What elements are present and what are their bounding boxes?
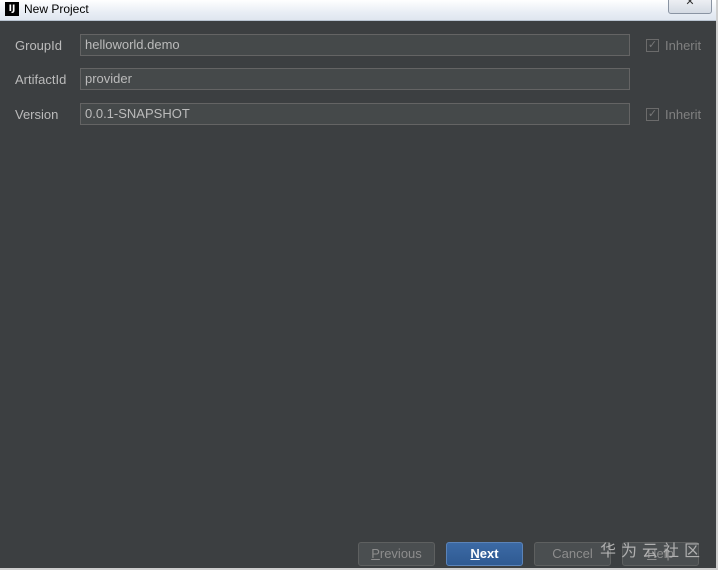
new-project-dialog: IJ New Project ✕ GroupId helloworld.demo… — [0, 0, 718, 570]
version-input[interactable]: 0.0.1-SNAPSHOT — [80, 103, 630, 125]
previous-mnemonic: P — [371, 546, 380, 561]
previous-button[interactable]: Previous — [358, 542, 435, 566]
group-id-input[interactable]: helloworld.demo — [80, 34, 630, 56]
window-title: New Project — [24, 2, 89, 16]
next-label-rest: ext — [479, 546, 499, 561]
group-id-label: GroupId — [15, 38, 62, 53]
previous-label-rest: revious — [379, 546, 422, 561]
version-inherit-label: Inherit — [665, 107, 702, 122]
artifact-id-label: ArtifactId — [15, 72, 67, 87]
intellij-idea-icon: IJ — [5, 2, 19, 16]
next-button[interactable]: Next — [446, 542, 523, 566]
version-inherit-checkbox[interactable]: ✓ — [646, 108, 659, 121]
watermark: 华为云社区 — [600, 541, 706, 560]
title-bar[interactable]: IJ New Project ✕ — [0, 0, 716, 21]
artifact-id-input[interactable]: provider — [80, 68, 630, 90]
version-label: Version — [15, 107, 59, 122]
close-button[interactable]: ✕ — [668, 0, 712, 14]
group-id-inherit-label: Inherit — [665, 38, 702, 53]
next-mnemonic: N — [470, 546, 480, 561]
group-id-inherit-checkbox[interactable]: ✓ — [646, 39, 659, 52]
close-icon: ✕ — [685, 0, 695, 8]
